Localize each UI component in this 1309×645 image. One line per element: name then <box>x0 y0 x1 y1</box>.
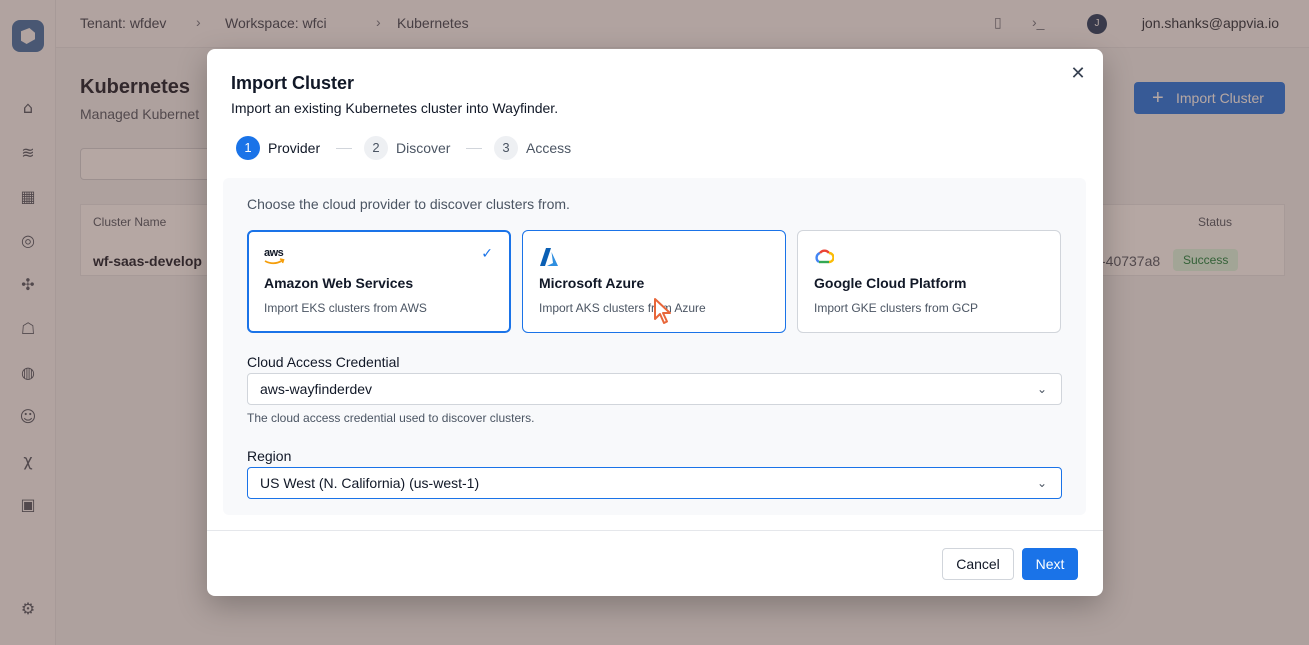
provider-panel: Choose the cloud provider to discover cl… <box>223 178 1086 515</box>
provider-intro: Choose the cloud provider to discover cl… <box>247 196 570 212</box>
stepper: 1 Provider 2 Discover 3 Access <box>236 136 736 160</box>
step-label: Access <box>526 140 572 156</box>
provider-description: Import GKE clusters from GCP <box>814 301 979 315</box>
step-divider <box>336 148 352 149</box>
region-value: US West (N. California) (us-west-1) <box>260 475 480 491</box>
step-access[interactable]: 3 Access <box>494 136 571 160</box>
aws-logo-icon: aws <box>264 247 285 267</box>
step-label: Provider <box>268 140 321 156</box>
provider-description: Import AKS clusters from Azure <box>539 301 706 315</box>
credential-select[interactable]: aws-wayfinderdev ⌄ <box>247 373 1062 405</box>
cancel-button[interactable]: Cancel <box>942 548 1014 580</box>
mouse-cursor-icon <box>654 298 671 324</box>
footer-divider <box>207 530 1103 531</box>
step-label: Discover <box>396 140 451 156</box>
chevron-down-icon: ⌄ <box>1036 476 1047 490</box>
credential-value: aws-wayfinderdev <box>260 381 373 397</box>
credential-help: The cloud access credential used to disc… <box>247 411 535 425</box>
azure-logo-icon <box>539 247 559 267</box>
credential-label: Cloud Access Credential <box>247 354 400 370</box>
region-select[interactable]: US West (N. California) (us-west-1) ⌄ <box>247 467 1062 499</box>
provider-card-gcp[interactable]: Google Cloud Platform Import GKE cluster… <box>797 230 1061 333</box>
dialog-subtitle: Import an existing Kubernetes cluster in… <box>231 100 559 116</box>
step-number: 1 <box>236 136 260 160</box>
step-discover[interactable]: 2 Discover <box>364 136 450 160</box>
gcp-logo-icon <box>814 247 835 267</box>
provider-description: Import EKS clusters from AWS <box>264 301 427 315</box>
check-icon: ✓ <box>481 246 493 262</box>
step-number: 2 <box>364 136 388 160</box>
dialog-title: Import Cluster <box>231 73 355 93</box>
provider-name: Microsoft Azure <box>539 275 645 291</box>
step-provider[interactable]: 1 Provider <box>236 136 320 160</box>
chevron-down-icon: ⌄ <box>1036 382 1047 396</box>
provider-card-aws[interactable]: aws ✓ Amazon Web Services Import EKS clu… <box>247 230 511 333</box>
close-icon[interactable]: ✕ <box>1069 65 1087 83</box>
step-number: 3 <box>494 136 518 160</box>
step-divider <box>466 148 482 149</box>
provider-name: Google Cloud Platform <box>814 275 967 291</box>
provider-name: Amazon Web Services <box>264 275 414 291</box>
region-label: Region <box>247 448 292 464</box>
next-button[interactable]: Next <box>1022 548 1078 580</box>
